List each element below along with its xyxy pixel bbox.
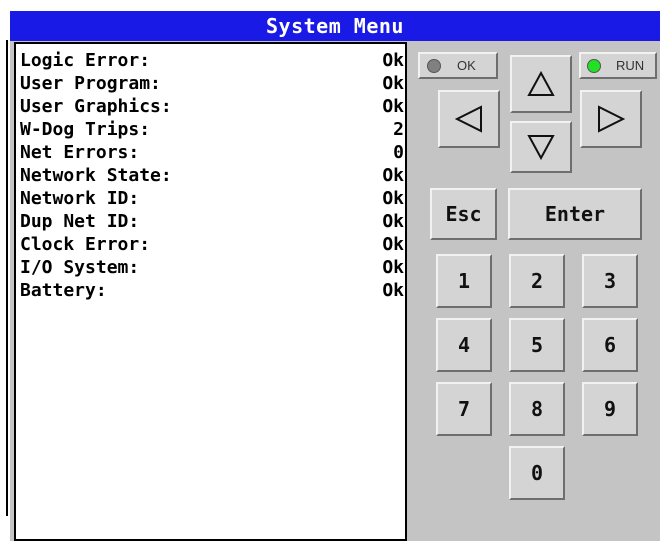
key-7-button[interactable]: 7: [436, 382, 492, 436]
key-label: 3: [603, 269, 617, 293]
status-row-logic-error: Logic Error: Ok: [20, 49, 404, 72]
status-row-network-state: Network State: Ok: [20, 164, 404, 187]
status-label: User Program:: [20, 73, 161, 94]
status-row-user-graphics: User Graphics: Ok: [20, 95, 404, 118]
status-label: Battery:: [20, 280, 107, 301]
status-label: User Graphics:: [20, 96, 172, 117]
key-label: 7: [457, 397, 471, 421]
esc-button-label: Esc: [445, 202, 482, 226]
status-value: Ok: [382, 188, 404, 209]
page-title: System Menu: [266, 14, 404, 38]
key-4-button[interactable]: 4: [436, 318, 492, 372]
run-indicator-label: RUN: [616, 58, 645, 73]
status-label: Network ID:: [20, 188, 140, 209]
frame-left-edge: [6, 40, 8, 516]
ok-led-icon: [427, 59, 441, 73]
status-label: I/O System:: [20, 257, 140, 278]
arrow-up-icon: [527, 71, 555, 96]
status-value: Ok: [382, 73, 404, 94]
status-value: Ok: [382, 96, 404, 117]
key-label: 8: [530, 397, 544, 421]
ok-indicator: OK: [418, 52, 498, 79]
status-value: Ok: [382, 211, 404, 232]
status-row-user-program: User Program: Ok: [20, 72, 404, 95]
status-label: Dup Net ID:: [20, 211, 140, 232]
status-label: W-Dog Trips:: [20, 119, 151, 140]
key-6-button[interactable]: 6: [582, 318, 638, 372]
run-indicator: RUN: [579, 52, 657, 79]
key-5-button[interactable]: 5: [509, 318, 565, 372]
status-panel: Logic Error: Ok User Program: Ok User Gr…: [14, 42, 407, 541]
key-label: 9: [603, 397, 617, 421]
status-row-network-id: Network ID: Ok: [20, 187, 404, 210]
title-bar: System Menu: [10, 11, 660, 41]
key-label: 5: [530, 333, 544, 357]
key-label: 0: [530, 461, 544, 485]
status-value: 0: [393, 142, 404, 163]
status-row-wdog-trips: W-Dog Trips: 2: [20, 118, 404, 141]
key-0-button[interactable]: 0: [509, 446, 565, 500]
key-label: 6: [603, 333, 617, 357]
key-label: 2: [530, 269, 544, 293]
up-arrow-button[interactable]: [510, 55, 572, 113]
status-value: Ok: [382, 165, 404, 186]
status-row-dup-net-id: Dup Net ID: Ok: [20, 210, 404, 233]
status-label: Clock Error:: [20, 234, 151, 255]
esc-button[interactable]: Esc: [430, 188, 497, 240]
key-1-button[interactable]: 1: [436, 254, 492, 308]
status-value: Ok: [382, 280, 404, 301]
arrow-left-icon: [455, 105, 482, 133]
status-value: Ok: [382, 257, 404, 278]
status-row-io-system: I/O System: Ok: [20, 256, 404, 279]
right-arrow-button[interactable]: [580, 90, 642, 148]
status-label: Net Errors:: [20, 142, 140, 163]
left-arrow-button[interactable]: [438, 90, 500, 148]
status-value: Ok: [382, 234, 404, 255]
arrow-down-icon: [527, 135, 555, 160]
status-label: Logic Error:: [20, 50, 151, 71]
key-8-button[interactable]: 8: [509, 382, 565, 436]
status-value: 2: [393, 119, 404, 140]
run-led-icon: [587, 59, 601, 73]
key-9-button[interactable]: 9: [582, 382, 638, 436]
status-row-battery: Battery: Ok: [20, 279, 404, 302]
status-value: Ok: [382, 50, 404, 71]
key-label: 1: [457, 269, 471, 293]
status-row-clock-error: Clock Error: Ok: [20, 233, 404, 256]
key-3-button[interactable]: 3: [582, 254, 638, 308]
ok-indicator-label: OK: [457, 58, 476, 73]
status-label: Network State:: [20, 165, 172, 186]
enter-button[interactable]: Enter: [508, 188, 642, 240]
arrow-right-icon: [598, 105, 625, 133]
enter-button-label: Enter: [544, 202, 606, 226]
down-arrow-button[interactable]: [510, 121, 572, 173]
status-row-net-errors: Net Errors: 0: [20, 141, 404, 164]
key-label: 4: [457, 333, 471, 357]
key-2-button[interactable]: 2: [509, 254, 565, 308]
